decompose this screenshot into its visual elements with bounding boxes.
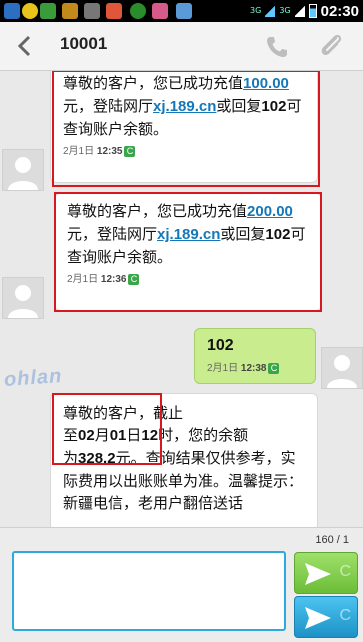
signal-icon-2 xyxy=(294,5,305,17)
contact-title: 10001 xyxy=(60,34,108,53)
message-text: 尊敬的客户，您已成功充值200.00元，登陆网厅xj.189.cn或回复102可… xyxy=(67,202,306,266)
carrier-badge-icon: C xyxy=(128,273,140,285)
app-icon-2 xyxy=(152,3,168,19)
carrier-badge-icon: C xyxy=(268,362,280,374)
person-icon xyxy=(327,355,357,388)
message-timestamp: 2月1日 12:35 C xyxy=(51,140,317,159)
star-icon xyxy=(62,3,78,19)
character-counter: 160 / 1 xyxy=(315,534,349,546)
website-link[interactable]: xj.189.cn xyxy=(157,226,220,243)
message-text: 尊敬的客户，您已成功充值100.00元，登陆网厅xj.189.cn或回复102可… xyxy=(63,74,302,138)
download-icon xyxy=(84,3,100,19)
message-timestamp: 2月1日 12:36 C xyxy=(55,268,321,287)
app-icon-3 xyxy=(176,3,192,19)
send-sms-button[interactable]: C xyxy=(294,552,358,594)
amount-link[interactable]: 200.00 xyxy=(247,203,293,220)
my-avatar[interactable] xyxy=(321,347,363,389)
send-icon xyxy=(305,607,331,629)
badge-65-icon xyxy=(130,3,146,19)
phone-icon[interactable] xyxy=(263,33,291,61)
amount-link[interactable]: 100.00 xyxy=(243,75,289,92)
compose-bar: 160 / 1 C C xyxy=(0,527,363,642)
conversation-header: 10001 xyxy=(0,22,363,71)
battery-icon xyxy=(308,4,317,18)
message-bubble-incoming[interactable]: 尊敬的客户，您已成功充值200.00元，登陆网厅xj.189.cn或回复102可… xyxy=(54,193,322,311)
message-input[interactable] xyxy=(12,551,286,631)
person-icon xyxy=(8,157,38,190)
contact-avatar[interactable] xyxy=(2,277,44,319)
website-link[interactable]: xj.189.cn xyxy=(153,98,216,115)
message-bubble-incoming[interactable]: 尊敬的客户，截止 至02月01日12时，您的余额 为328.2元。查询结果仅供参… xyxy=(50,393,318,527)
message-text: 102 xyxy=(207,337,234,354)
send-icon xyxy=(305,563,331,585)
person-icon xyxy=(8,285,38,318)
watermark: ohlan xyxy=(3,364,64,392)
app-notification-icon xyxy=(22,3,38,19)
message-bubble-outgoing[interactable]: 102 2月1日 12:38 C xyxy=(194,328,316,384)
message-list[interactable]: 尊敬的客户，您已成功充值100.00元，登陆网厅xj.189.cn或回复102可… xyxy=(0,71,363,527)
carrier-badge-icon: C xyxy=(124,145,136,157)
network-3g-icon: 3G xyxy=(250,6,262,15)
status-bar: 3G 3G 02:30 xyxy=(0,0,363,22)
game-icon xyxy=(40,3,56,19)
attachment-icon[interactable] xyxy=(316,31,346,61)
contact-avatar[interactable] xyxy=(2,149,44,191)
send-mms-button[interactable]: C xyxy=(294,596,358,638)
app-icon xyxy=(106,3,122,19)
message-timestamp: 2月1日 12:38 C xyxy=(195,357,315,376)
clock: 02:30 xyxy=(320,2,359,20)
back-arrow-icon[interactable] xyxy=(14,34,36,58)
network-3g-icon-2: 3G xyxy=(279,6,291,15)
message-bubble-incoming[interactable]: 尊敬的客户，您已成功充值100.00元，登陆网厅xj.189.cn或回复102可… xyxy=(50,71,318,183)
message-text: 尊敬的客户，截止 至02月01日12时，您的余额 为328.2元。查询结果仅供参… xyxy=(63,404,304,512)
signal-icon xyxy=(265,5,276,17)
sync-icon xyxy=(4,3,20,19)
